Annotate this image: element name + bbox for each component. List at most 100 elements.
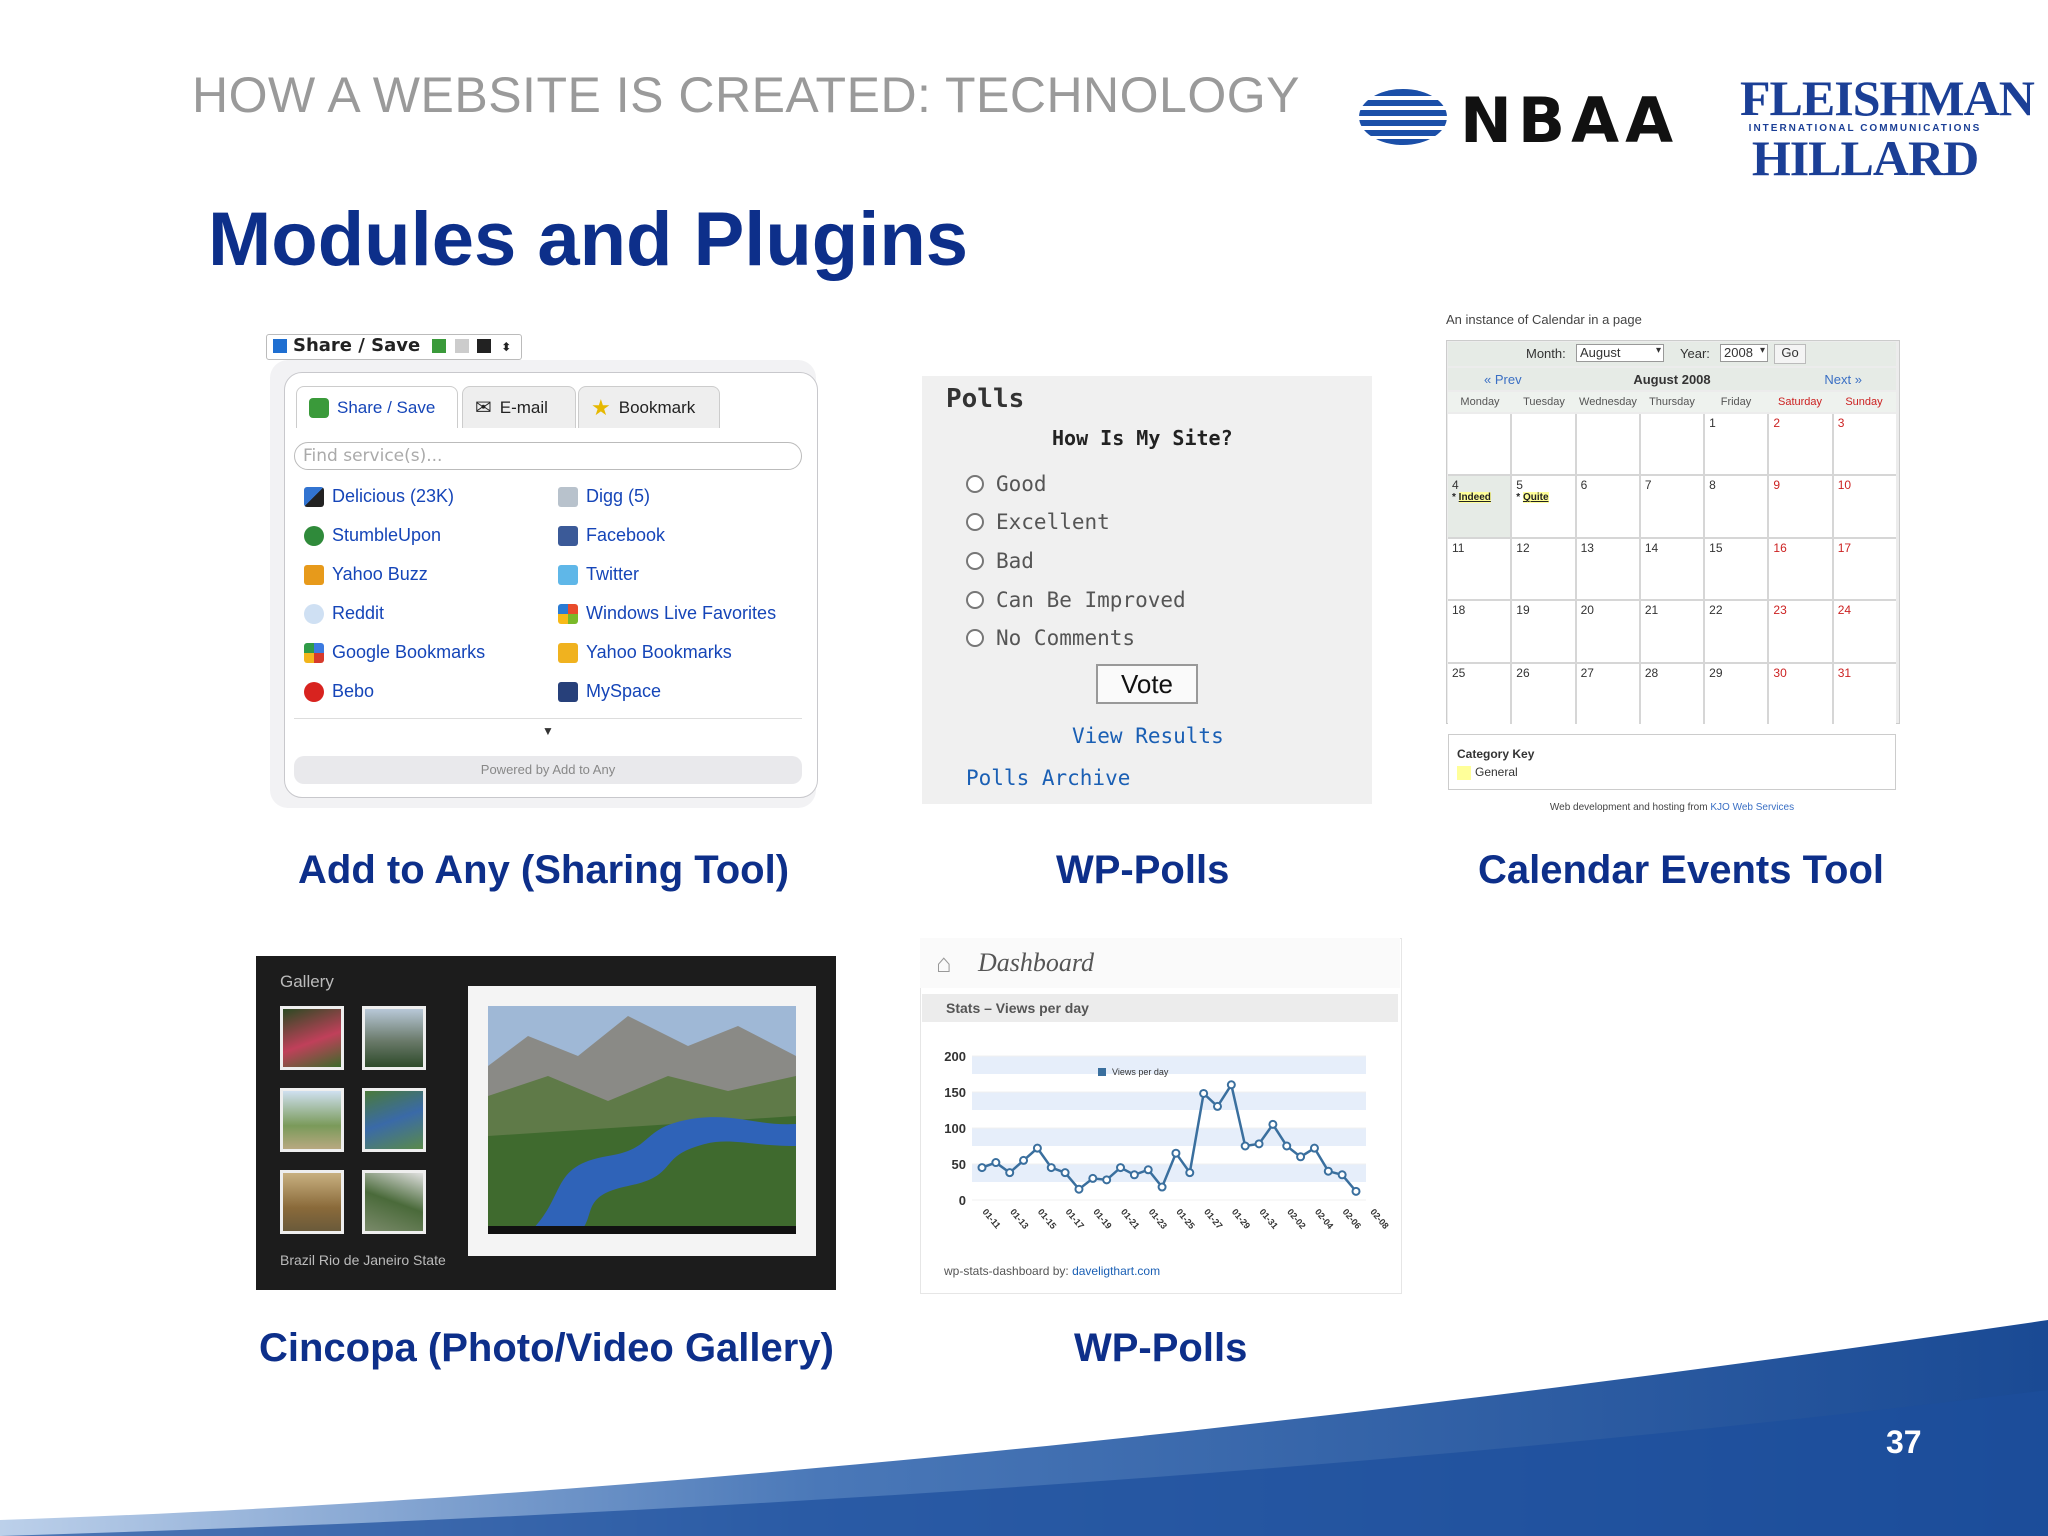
calendar-event[interactable]: * Indeed	[1452, 492, 1506, 504]
go-button[interactable]: Go	[1774, 344, 1806, 364]
calendar-day-16[interactable]: 16	[1769, 538, 1832, 600]
day-number: 16	[1773, 540, 1787, 555]
calendar-day-31[interactable]: 31	[1833, 663, 1896, 724]
data-point	[1046, 1163, 1056, 1173]
gallery-thumb[interactable]	[280, 1088, 344, 1152]
tab-email[interactable]: ✉ E-mail	[462, 386, 576, 428]
bebo-icon	[304, 681, 324, 702]
calendar-day-20[interactable]: 20	[1576, 601, 1639, 662]
calendar-day-6[interactable]: 6	[1576, 476, 1639, 537]
share-save-label: Share / Save	[293, 335, 421, 356]
caption-calendar: Calendar Events Tool	[1478, 848, 1885, 892]
footer-link[interactable]: daveligthart.com	[1072, 1264, 1160, 1278]
calendar-day-5[interactable]: 5 * Quite	[1512, 476, 1575, 537]
radio-button[interactable]	[966, 475, 984, 493]
calendar-day-1[interactable]: 1	[1705, 414, 1768, 475]
y-tick-label: 200	[944, 1049, 966, 1064]
calendar-day-8[interactable]: 8	[1705, 476, 1768, 537]
calendar-day-12[interactable]: 12	[1512, 538, 1575, 600]
gallery-thumb[interactable]	[362, 1088, 426, 1152]
calendar-day-3[interactable]: 3	[1833, 414, 1896, 475]
calendar-day-19[interactable]: 19	[1512, 601, 1575, 662]
day-number: 2	[1773, 416, 1781, 430]
poll-option-bad[interactable]: Bad	[966, 549, 1034, 573]
radio-button[interactable]	[966, 629, 984, 647]
service-myspace[interactable]: MySpace	[558, 681, 661, 702]
calendar-day-7[interactable]: 7	[1640, 476, 1704, 537]
view-results-link[interactable]: View Results	[1072, 724, 1224, 748]
year-select[interactable]: 2008 ▾	[1720, 344, 1768, 362]
data-point	[977, 1163, 987, 1173]
next-month-link[interactable]: Next »	[1824, 372, 1862, 387]
calendar-day-29[interactable]: 29	[1705, 663, 1768, 724]
data-point	[1337, 1170, 1347, 1180]
poll-option-excellent[interactable]: Excellent	[966, 510, 1110, 534]
share-save-button[interactable]: Share / Save ⬍	[266, 334, 522, 360]
find-service-input[interactable]: Find service(s)...	[294, 442, 802, 470]
data-point	[1088, 1173, 1098, 1183]
poll-option-good[interactable]: Good	[966, 472, 1047, 496]
calendar-day-2[interactable]: 2	[1769, 414, 1832, 475]
calendar-day-27[interactable]: 27	[1576, 663, 1639, 724]
month-select[interactable]: August ▾	[1576, 344, 1664, 362]
more-services-toggle[interactable]: ▼	[294, 718, 802, 743]
calendar-day-14[interactable]: 14	[1640, 538, 1704, 600]
calendar-day-9[interactable]: 9	[1769, 476, 1832, 537]
calendar-day-23[interactable]: 23	[1769, 601, 1832, 662]
calendar-day-25[interactable]: 25	[1448, 663, 1511, 724]
gallery-thumb[interactable]	[362, 1170, 426, 1234]
radio-button[interactable]	[966, 552, 984, 570]
gallery-main-image[interactable]	[488, 1006, 796, 1234]
calendar-event[interactable]: * Quite	[1516, 492, 1570, 504]
calendar-day-21[interactable]: 21	[1640, 601, 1704, 662]
calendar-day-24[interactable]: 24	[1833, 601, 1896, 662]
radio-button[interactable]	[966, 591, 984, 609]
service-stumbleupon[interactable]: StumbleUpon	[304, 525, 441, 546]
day-number: 10	[1837, 478, 1852, 493]
vote-button[interactable]: Vote	[1096, 664, 1198, 704]
caption-addtoany: Add to Any (Sharing Tool)	[298, 848, 790, 892]
service-facebook[interactable]: Facebook	[558, 525, 665, 546]
calendar-day-4[interactable]: 4 * Indeed	[1448, 476, 1511, 537]
calendar-day-11[interactable]: 11	[1448, 538, 1511, 600]
powered-by-footer[interactable]: Powered by Add to Any	[294, 756, 802, 784]
credit-link[interactable]: KJO Web Services	[1710, 802, 1794, 813]
service-bebo[interactable]: Bebo	[304, 681, 374, 702]
tab-share-save[interactable]: Share / Save	[296, 386, 458, 428]
data-point	[1116, 1163, 1126, 1173]
service-digg[interactable]: Digg (5)	[558, 486, 650, 507]
poll-option-no-comments[interactable]: No Comments	[966, 626, 1135, 650]
y-tick-label: 0	[959, 1193, 966, 1208]
calendar-day-13[interactable]: 13	[1576, 538, 1639, 600]
service-yahoo-buzz[interactable]: Yahoo Buzz	[304, 564, 428, 585]
service-delicious[interactable]: Delicious (23K)	[304, 486, 454, 507]
poll-option-can-be-improved[interactable]: Can Be Improved	[966, 588, 1186, 612]
twitter-icon	[558, 564, 578, 585]
service-google-bookmarks[interactable]: Google Bookmarks	[304, 642, 485, 663]
service-reddit[interactable]: Reddit	[304, 603, 384, 624]
polls-archive-link[interactable]: Polls Archive	[966, 766, 1130, 790]
data-point	[1032, 1143, 1042, 1153]
gallery-thumb[interactable]	[362, 1006, 426, 1070]
calendar-day-28[interactable]: 28	[1640, 663, 1704, 724]
y-tick-label: 150	[944, 1085, 966, 1100]
gallery-thumb[interactable]	[280, 1006, 344, 1070]
digg-icon	[558, 486, 578, 507]
radio-button[interactable]	[966, 513, 984, 531]
calendar-day-17[interactable]: 17	[1833, 538, 1896, 600]
calendar-day-22[interactable]: 22	[1705, 601, 1768, 662]
gallery-thumb[interactable]	[280, 1170, 344, 1234]
service-twitter[interactable]: Twitter	[558, 564, 639, 585]
month-select-value: August	[1580, 345, 1621, 360]
calendar-day-26[interactable]: 26	[1512, 663, 1575, 724]
calendar-day-18[interactable]: 18	[1448, 601, 1511, 662]
service-yahoo-bookmarks[interactable]: Yahoo Bookmarks	[558, 642, 732, 663]
calendar-day-15[interactable]: 15	[1705, 538, 1768, 600]
day-number: 4	[1452, 478, 1459, 493]
calendar-day-30[interactable]: 30	[1769, 663, 1832, 724]
service-windows-live[interactable]: Windows Live Favorites	[558, 603, 776, 624]
data-point	[1351, 1186, 1361, 1196]
calendar-day-10[interactable]: 10	[1833, 476, 1896, 537]
data-point	[1074, 1184, 1084, 1194]
tab-bookmark[interactable]: ★ Bookmark	[578, 386, 720, 428]
